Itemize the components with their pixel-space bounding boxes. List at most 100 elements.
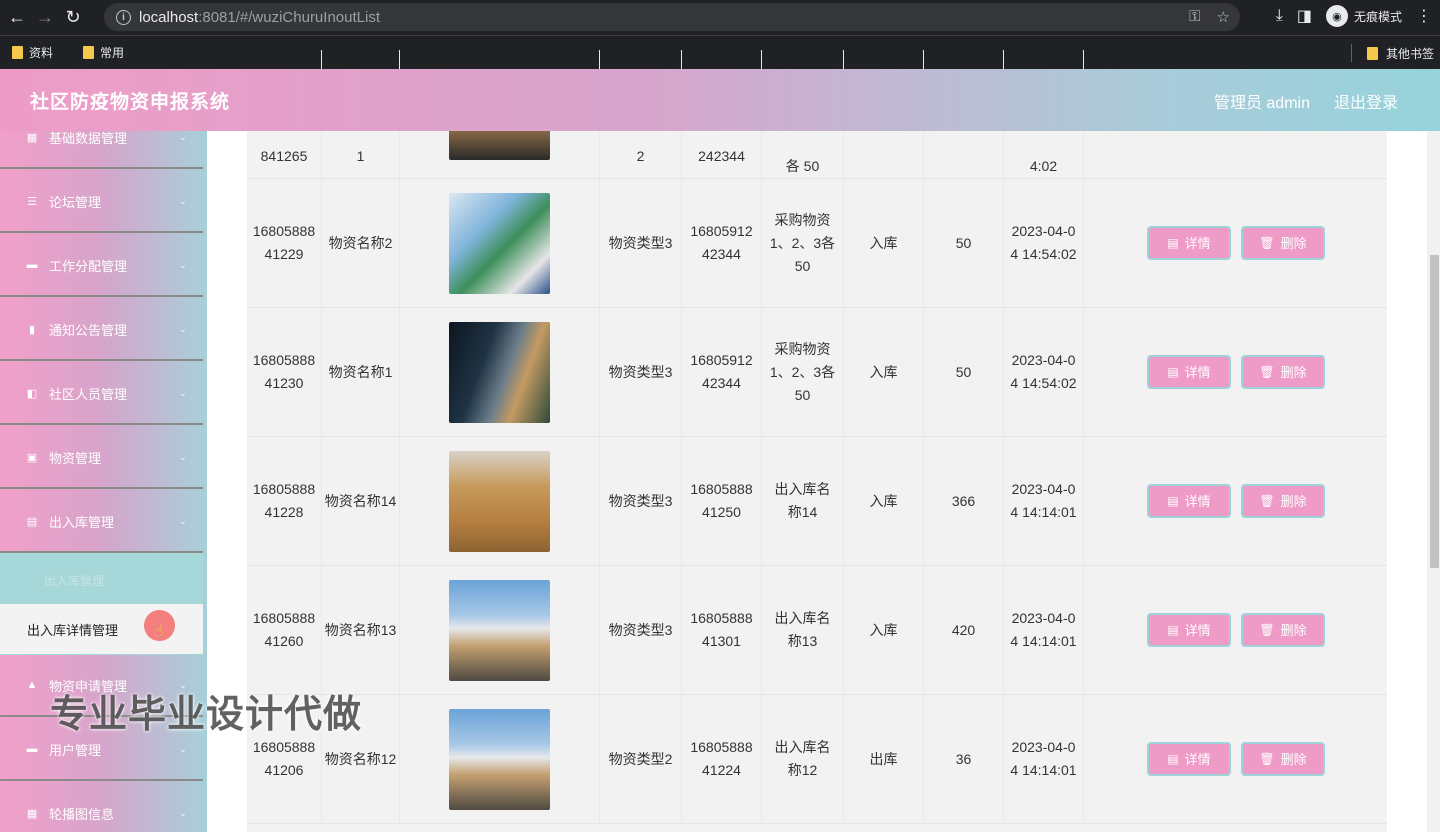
cell-actions: ▤ 详情 🗑 删除 bbox=[1084, 179, 1387, 307]
info-icon[interactable]: i bbox=[116, 9, 131, 25]
cell-io: 入库 bbox=[844, 566, 924, 694]
detail-button[interactable]: ▤ 详情 bbox=[1147, 613, 1231, 647]
cell-image bbox=[400, 695, 600, 823]
cell-number: 1680591242344 bbox=[682, 308, 762, 436]
material-image[interactable] bbox=[449, 708, 550, 810]
table-row: 1680588841206 物资名称12 物资类型2 1680588841224… bbox=[247, 695, 1387, 824]
sidebar-item-forum[interactable]: ☰ 论坛管理 ⌄ bbox=[0, 171, 203, 233]
cell-number: 1680591242344 bbox=[682, 179, 762, 307]
address-bar[interactable]: i localhost:8081/#/wuziChuruInoutList ⚿ … bbox=[104, 3, 1240, 31]
star-icon[interactable]: ☆ bbox=[1217, 8, 1230, 26]
document-icon: ▤ bbox=[1167, 235, 1179, 250]
cell-qty: 366 bbox=[924, 437, 1004, 565]
grid-icon: ▦ bbox=[26, 807, 38, 820]
delete-button[interactable]: 🗑 删除 bbox=[1241, 613, 1325, 647]
cell-time: 2023-04-04 14:14:01 bbox=[1004, 437, 1084, 565]
monitor-icon: ▬ bbox=[26, 743, 38, 755]
table-row: 1680588841260 物资名称13 物资类型3 1680588841301… bbox=[247, 566, 1387, 695]
trash-icon: 🗑 bbox=[1259, 235, 1275, 250]
detail-button[interactable]: ▤ 详情 bbox=[1147, 355, 1231, 389]
sidebar-item-carousel[interactable]: ▦ 轮播图信息 ⌄ bbox=[0, 783, 203, 832]
trash-icon: 🗑 bbox=[1259, 751, 1275, 766]
main-content: 841265 1 2 242344 各 50 4:02 168058884122… bbox=[207, 50, 1427, 832]
app-title: 社区防疫物资申报系统 bbox=[30, 91, 231, 113]
cell-time: 2023-04-04 14:54:02 bbox=[1004, 179, 1084, 307]
cell-desc: 出入库名称12 bbox=[762, 695, 844, 823]
scrollbar-thumb[interactable] bbox=[1430, 255, 1439, 568]
logout-link[interactable]: 退出登录 bbox=[1334, 89, 1398, 113]
cell-actions: ▤ 详情 🗑 删除 bbox=[1084, 695, 1387, 823]
sidebar-item-basic-data[interactable]: ▦ 基础数据管理 ⌄ bbox=[0, 131, 203, 169]
cell-time: 2023-04-04 14:54:02 bbox=[1004, 308, 1084, 436]
back-arrow-icon[interactable]: ← bbox=[6, 7, 28, 29]
folder-icon bbox=[12, 46, 23, 59]
delete-button[interactable]: 🗑 删除 bbox=[1241, 484, 1325, 518]
trash-icon: 🗑 bbox=[1259, 493, 1275, 508]
cell-image bbox=[400, 179, 600, 307]
clipboard-icon: ▤ bbox=[26, 515, 38, 528]
thumbs-up-icon: ▲ bbox=[26, 679, 38, 691]
monitor-icon: ▬ bbox=[26, 259, 38, 271]
sidebar-item-residents[interactable]: ◧ 社区人员管理 ⌄ bbox=[0, 363, 203, 425]
cell-type: 物资类型3 bbox=[600, 179, 682, 307]
incognito-indicator[interactable]: ◉ 无痕模式 bbox=[1325, 5, 1402, 27]
document-icon: ▤ bbox=[1167, 364, 1179, 379]
cell-time: 2023-04-04 14:14:01 bbox=[1004, 695, 1084, 823]
browser-toolbar: ← → ↻ i localhost:8081/#/wuziChuruInoutL… bbox=[0, 0, 1440, 35]
cell-id: 1680588841228 bbox=[247, 437, 322, 565]
material-image[interactable] bbox=[449, 321, 550, 423]
table-row: 1680588841229 物资名称2 物资类型3 1680591242344 … bbox=[247, 179, 1387, 308]
material-image[interactable] bbox=[449, 579, 550, 681]
detail-button[interactable]: ▤ 详情 bbox=[1147, 226, 1231, 260]
forward-arrow-icon[interactable]: → bbox=[34, 7, 56, 29]
submenu-item-inout[interactable]: 出入库管理 bbox=[44, 572, 104, 589]
trash-icon: 🗑 bbox=[1259, 622, 1275, 637]
delete-button[interactable]: 🗑 删除 bbox=[1241, 742, 1325, 776]
cell-number: 1680588841224 bbox=[682, 695, 762, 823]
detail-button[interactable]: ▤ 详情 bbox=[1147, 484, 1231, 518]
sidebar-item-work-assign[interactable]: ▬ 工作分配管理 ⌄ bbox=[0, 235, 203, 297]
chevron-down-icon: ⌄ bbox=[178, 131, 187, 143]
material-image[interactable] bbox=[449, 192, 550, 294]
cell-type: 物资类型3 bbox=[600, 308, 682, 436]
cell-id: 1680588841260 bbox=[247, 566, 322, 694]
bookmark-folder[interactable]: 资料 bbox=[12, 44, 53, 61]
cell-type: 物资类型3 bbox=[600, 566, 682, 694]
cell-io: 出库 bbox=[844, 695, 924, 823]
cell-image bbox=[400, 437, 600, 565]
side-panel-icon[interactable]: ◨ bbox=[1297, 6, 1312, 26]
chevron-down-icon: ⌄ bbox=[178, 451, 187, 463]
cell-time: 2023-04-04 14:14:01 bbox=[1004, 566, 1084, 694]
cell-number: 1680588841301 bbox=[682, 566, 762, 694]
cell-name: 物资名称1 bbox=[322, 308, 400, 436]
cell-name: 物资名称13 bbox=[322, 566, 400, 694]
reload-icon[interactable]: ↻ bbox=[62, 7, 84, 29]
bookmark-folder[interactable]: 常用 bbox=[83, 44, 124, 61]
cell-desc: 出入库名称13 bbox=[762, 566, 844, 694]
video-icon: ◧ bbox=[26, 387, 38, 400]
sidebar-item-materials[interactable]: ▣ 物资管理 ⌄ bbox=[0, 427, 203, 489]
sidebar-item-inout[interactable]: ▤ 出入库管理 ⌄ bbox=[0, 491, 203, 553]
cell-number: 1680588841250 bbox=[682, 437, 762, 565]
document-icon: ▤ bbox=[1167, 622, 1179, 637]
cell-qty: 50 bbox=[924, 308, 1004, 436]
detail-button[interactable]: ▤ 详情 bbox=[1147, 742, 1231, 776]
chevron-down-icon: ⌄ bbox=[178, 387, 187, 399]
cell-image bbox=[400, 566, 600, 694]
delete-button[interactable]: 🗑 删除 bbox=[1241, 226, 1325, 260]
menu-kebab-icon[interactable]: ⋮ bbox=[1416, 6, 1432, 26]
sidebar-item-notice[interactable]: ▮ 通知公告管理 ⌄ bbox=[0, 299, 203, 361]
delete-button[interactable]: 🗑 删除 bbox=[1241, 355, 1325, 389]
cell-name: 物资名称2 bbox=[322, 179, 400, 307]
material-image[interactable] bbox=[449, 450, 550, 552]
cell-desc: 出入库名称14 bbox=[762, 437, 844, 565]
current-user: 管理员 admin bbox=[1213, 95, 1310, 112]
chevron-down-icon: ⌄ bbox=[178, 807, 187, 819]
cell-type: 物资类型2 bbox=[600, 695, 682, 823]
hand-cursor-icon: ☝ bbox=[154, 623, 164, 640]
folder-icon bbox=[83, 46, 95, 59]
chevron-down-icon: ⌄ bbox=[178, 323, 187, 335]
watermark: 专业毕业设计代做 bbox=[50, 694, 363, 736]
key-icon[interactable]: ⚿ bbox=[1189, 8, 1200, 26]
download-icon[interactable]: ⤓ bbox=[1276, 7, 1283, 25]
